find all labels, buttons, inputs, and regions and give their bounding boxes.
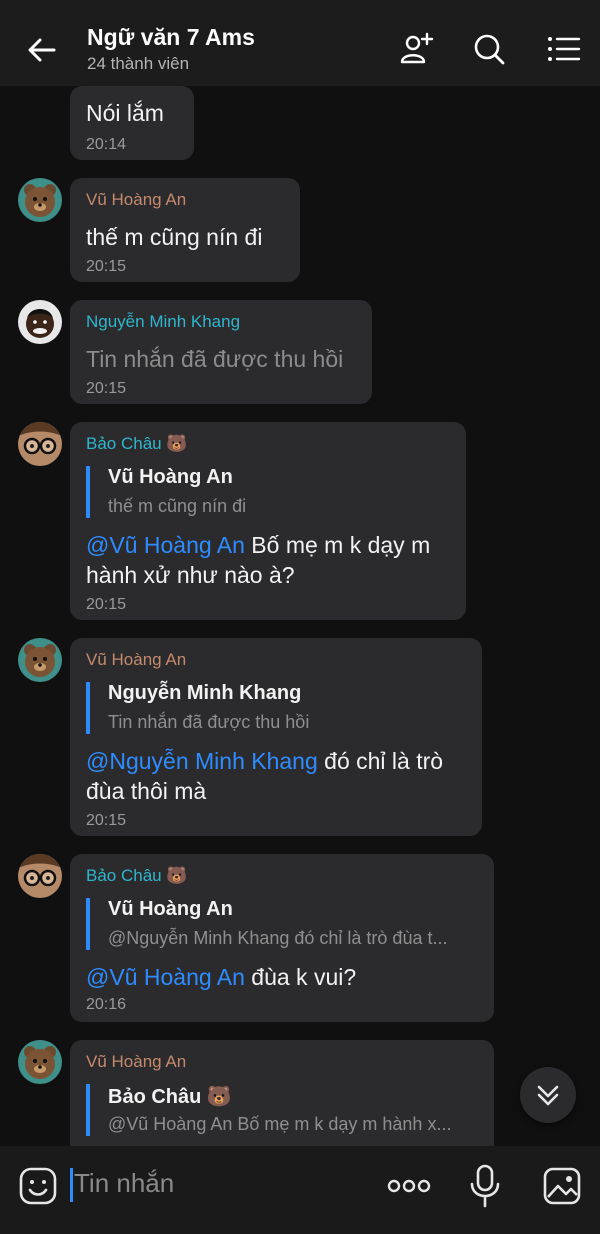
sender-name[interactable]: Bảo Châu 🐻 [86,434,188,454]
message-time: 20:16 [86,996,127,1013]
menu-icon[interactable] [545,30,583,68]
message-bubble[interactable]: Bảo Châu 🐻 Vũ Hoàng An @Nguyễn Minh Khan… [70,854,494,1022]
message-time: 20:15 [86,812,127,829]
message-bubble[interactable]: Vũ Hoàng An Bảo Châu 🐻 @Vũ Hoàng An Bố m… [70,1040,494,1146]
message-time: 20:14 [86,136,127,153]
avatar-bear[interactable] [18,178,62,222]
reply-quote[interactable]: Bảo Châu 🐻 @Vũ Hoàng An Bố mẹ m k dạy m … [86,1084,451,1136]
quote-text: @Vũ Hoàng An Bố mẹ m k dạy m hành x... [108,1114,452,1134]
avatar-glasses[interactable] [18,422,62,466]
reply-quote[interactable]: Nguyễn Minh Khang Tin nhắn đã được thu h… [86,682,309,734]
message-bubble[interactable]: Bảo Châu 🐻 Vũ Hoàng An thế m cũng nín đi… [70,422,466,620]
double-chevron-down-icon [537,1085,559,1106]
glasses-avatar-icon [18,854,62,898]
message-text: Nói lắm [86,100,164,126]
face-avatar-icon [18,300,62,344]
message-list[interactable]: Nói lắm 20:14 Vũ Hoàng An thế m cũng nín… [0,86,600,1146]
glasses-avatar-icon [18,422,62,466]
mention-link[interactable]: @Vũ Hoàng An [86,964,245,990]
message-time: 20:15 [86,258,127,275]
sender-name[interactable]: Vũ Hoàng An [86,1052,186,1072]
quote-sender: Vũ Hoàng An [108,466,233,488]
image-gallery-icon[interactable] [542,1166,582,1206]
message-bubble[interactable]: Vũ Hoàng An thế m cũng nín đi 20:15 [70,178,300,282]
bear-avatar-icon [18,1040,62,1084]
message-composer: Tin nhắn [0,1146,600,1234]
quote-sender: Vũ Hoàng An [108,898,233,920]
message-text: @Nguyễn Minh Khang đó chỉ là trò đùa thôi… [86,748,444,804]
scroll-to-bottom-button[interactable] [520,1067,576,1123]
status-bar [0,0,600,10]
avatar-face[interactable] [18,300,62,344]
chat-header: Ngữ văn 7 Ams 24 thành viên [0,10,600,86]
member-count: 24 thành viên [87,54,190,73]
sender-name[interactable]: Vũ Hoàng An [86,650,186,670]
quote-text: thế m cũng nín đi [108,496,247,516]
sender-name[interactable]: Vũ Hoàng An [86,190,186,210]
reply-quote[interactable]: Vũ Hoàng An thế m cũng nín đi [86,466,246,518]
message-bubble[interactable]: Vũ Hoàng An Nguyễn Minh Khang Tin nhắn đ… [70,638,482,836]
back-arrow-icon[interactable] [24,32,60,68]
mention-link[interactable]: @Nguyễn Minh Khang [86,748,318,774]
message-bubble[interactable]: Nguyễn Minh Khang Tin nhắn đã được thu h… [70,300,372,404]
reply-quote[interactable]: Vũ Hoàng An @Nguyễn Minh Khang đó chỉ là… [86,898,447,950]
group-title[interactable]: Ngữ văn 7 Ams [87,24,255,51]
avatar-glasses[interactable] [18,854,62,898]
message-text: @Vũ Hoàng An đùa k vui? [86,964,357,990]
quote-sender: Bảo Châu 🐻 [108,1086,232,1108]
add-member-icon[interactable] [397,30,435,68]
microphone-icon[interactable] [468,1164,502,1208]
more-options-icon[interactable] [386,1170,432,1202]
quote-text: Tin nhắn đã được thu hồi [108,712,310,732]
sticker-icon[interactable] [18,1166,58,1206]
bear-avatar-icon [18,638,62,682]
search-icon[interactable] [470,30,508,68]
quote-sender: Nguyễn Minh Khang [108,682,302,704]
sender-name[interactable]: Nguyễn Minh Khang [86,312,240,332]
message-text: @Vũ Hoàng An Bố mẹ m k dạy m hành xử như … [86,532,431,588]
avatar-bear[interactable] [18,1040,62,1084]
quote-text: @Nguyễn Minh Khang đó chỉ là trò đùa t..… [108,928,448,948]
recalled-message-text: Tin nhắn đã được thu hồi [86,346,344,372]
message-input[interactable]: Tin nhắn [74,1168,174,1199]
message-time: 20:15 [86,380,127,397]
message-text: thế m cũng nín đi [86,224,263,250]
avatar-bear[interactable] [18,638,62,682]
message-bubble[interactable]: Nói lắm 20:14 [70,86,194,160]
bear-avatar-icon [18,178,62,222]
sender-name[interactable]: Bảo Châu 🐻 [86,866,188,886]
message-time: 20:15 [86,596,127,613]
text-caret [70,1168,73,1202]
mention-link[interactable]: @Vũ Hoàng An [86,532,245,558]
